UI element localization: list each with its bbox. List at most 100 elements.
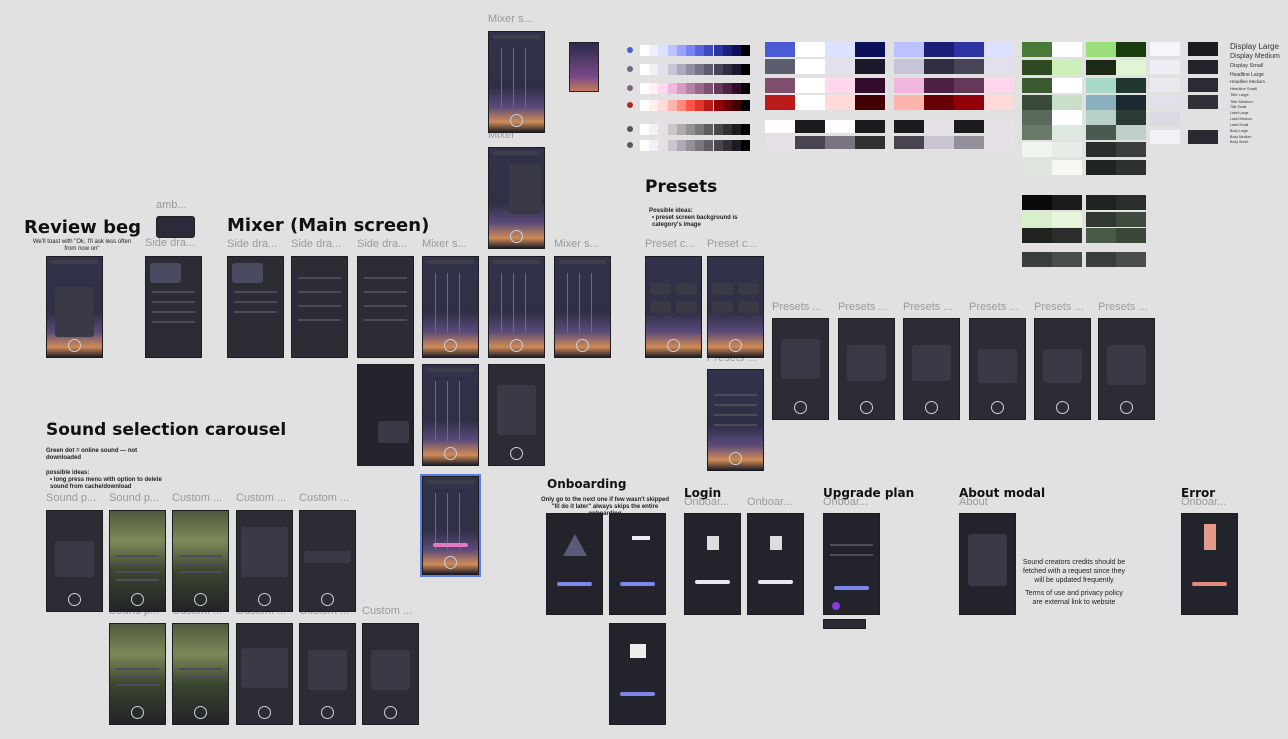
screen-onboarding[interactable] bbox=[546, 513, 603, 615]
volume-slider[interactable] bbox=[459, 381, 460, 441]
screen-mixer-overlay[interactable] bbox=[357, 364, 414, 466]
volume-slider[interactable] bbox=[447, 493, 448, 550]
play-icon[interactable] bbox=[728, 339, 742, 352]
list-item[interactable] bbox=[116, 676, 159, 678]
screen-preset-dialog[interactable] bbox=[1034, 318, 1091, 420]
play-icon[interactable] bbox=[130, 706, 144, 719]
screen-side-drawer[interactable] bbox=[145, 256, 202, 358]
preset-card[interactable] bbox=[676, 283, 697, 295]
list-item[interactable] bbox=[116, 571, 159, 573]
preset-card[interactable] bbox=[738, 283, 759, 295]
screen-mixer[interactable] bbox=[422, 364, 479, 466]
volume-slider[interactable] bbox=[435, 493, 436, 550]
volume-slider[interactable] bbox=[525, 48, 526, 108]
screen-onboarding-notifications[interactable] bbox=[609, 623, 666, 725]
volume-slider[interactable] bbox=[525, 273, 526, 333]
screen-preset-dialog[interactable] bbox=[772, 318, 829, 420]
screen-mixer-menu[interactable] bbox=[488, 147, 545, 249]
screen-custom-sound[interactable] bbox=[172, 510, 229, 612]
screen-preset-category[interactable] bbox=[645, 256, 702, 358]
screen-sound-picker[interactable] bbox=[109, 510, 166, 612]
play-icon[interactable] bbox=[320, 706, 334, 719]
play-icon[interactable] bbox=[509, 114, 523, 127]
play-icon[interactable] bbox=[257, 593, 271, 606]
list-item[interactable] bbox=[179, 563, 222, 565]
screen-upgrade-plan[interactable] bbox=[823, 513, 880, 615]
play-icon[interactable] bbox=[193, 593, 207, 606]
screen-error[interactable] bbox=[1181, 513, 1238, 615]
screen-side-drawer[interactable] bbox=[227, 256, 284, 358]
play-icon[interactable] bbox=[1119, 401, 1133, 414]
play-icon[interactable] bbox=[990, 401, 1004, 414]
retry-button[interactable] bbox=[1192, 582, 1227, 586]
list-item[interactable] bbox=[179, 676, 222, 678]
volume-slider[interactable] bbox=[501, 273, 502, 333]
volume-slider[interactable] bbox=[591, 273, 592, 333]
play-icon[interactable] bbox=[728, 452, 742, 465]
list-item[interactable] bbox=[714, 414, 757, 416]
list-item[interactable] bbox=[116, 668, 159, 670]
play-icon[interactable] bbox=[383, 706, 397, 719]
screen-mixer[interactable] bbox=[554, 256, 611, 358]
google-login-button[interactable] bbox=[758, 580, 793, 584]
volume-slider[interactable] bbox=[459, 493, 460, 550]
screen-preset-dialog[interactable] bbox=[1098, 318, 1155, 420]
screen-preset-list[interactable] bbox=[707, 369, 764, 471]
screen-about-modal[interactable] bbox=[959, 513, 1016, 615]
volume-slider[interactable] bbox=[567, 273, 568, 333]
screen-preset-dialog[interactable] bbox=[969, 318, 1026, 420]
play-icon[interactable] bbox=[130, 593, 144, 606]
list-item[interactable] bbox=[116, 579, 159, 581]
play-icon[interactable] bbox=[666, 339, 680, 352]
play-icon[interactable] bbox=[509, 447, 523, 460]
screen-mixer[interactable] bbox=[422, 256, 479, 358]
play-icon[interactable] bbox=[257, 706, 271, 719]
screen-preset-dialog[interactable] bbox=[838, 318, 895, 420]
screen-sound-picker[interactable] bbox=[109, 623, 166, 725]
screen-mixer-timer[interactable] bbox=[488, 364, 545, 466]
volume-slider[interactable] bbox=[513, 273, 514, 333]
screen-preset-dialog[interactable] bbox=[903, 318, 960, 420]
play-icon[interactable] bbox=[443, 447, 457, 460]
screen-mixer[interactable] bbox=[488, 256, 545, 358]
list-item[interactable] bbox=[714, 424, 757, 426]
list-item[interactable] bbox=[714, 394, 757, 396]
preset-card[interactable] bbox=[712, 301, 733, 313]
volume-slider[interactable] bbox=[447, 381, 448, 441]
screen-login[interactable] bbox=[684, 513, 741, 615]
screen-side-drawer[interactable] bbox=[291, 256, 348, 358]
preset-card[interactable] bbox=[738, 301, 759, 313]
volume-slider[interactable] bbox=[447, 273, 448, 333]
list-item[interactable] bbox=[116, 684, 159, 686]
volume-slider[interactable] bbox=[435, 273, 436, 333]
volume-slider[interactable] bbox=[513, 48, 514, 108]
screen-preset-category[interactable] bbox=[707, 256, 764, 358]
play-icon[interactable] bbox=[509, 339, 523, 352]
screen-custom-sound-dialog[interactable] bbox=[362, 623, 419, 725]
continue-button[interactable] bbox=[620, 582, 655, 586]
preset-card[interactable] bbox=[650, 283, 671, 295]
play-icon[interactable] bbox=[924, 401, 938, 414]
play-icon[interactable] bbox=[443, 339, 457, 352]
screen-mixer[interactable] bbox=[488, 31, 545, 133]
volume-slider[interactable] bbox=[459, 273, 460, 333]
play-icon[interactable] bbox=[793, 401, 807, 414]
play-icon[interactable] bbox=[509, 230, 523, 243]
preset-card[interactable] bbox=[676, 301, 697, 313]
play-icon[interactable] bbox=[67, 593, 81, 606]
list-item[interactable] bbox=[714, 404, 757, 406]
list-item[interactable] bbox=[179, 668, 222, 670]
preset-card[interactable] bbox=[712, 283, 733, 295]
screen-custom-sound-dialog[interactable] bbox=[236, 510, 293, 612]
screen-custom-sound-dialog[interactable] bbox=[236, 623, 293, 725]
play-icon[interactable] bbox=[1055, 401, 1069, 414]
preset-card[interactable] bbox=[650, 301, 671, 313]
screen-custom-sound[interactable] bbox=[299, 510, 356, 612]
list-item[interactable] bbox=[179, 555, 222, 557]
screen-onboarding-notifications[interactable] bbox=[609, 513, 666, 615]
play-icon[interactable] bbox=[575, 339, 589, 352]
play-icon[interactable] bbox=[193, 706, 207, 719]
continue-button[interactable] bbox=[557, 582, 592, 586]
screen-review-beg[interactable] bbox=[46, 256, 103, 358]
volume-slider[interactable] bbox=[501, 48, 502, 108]
